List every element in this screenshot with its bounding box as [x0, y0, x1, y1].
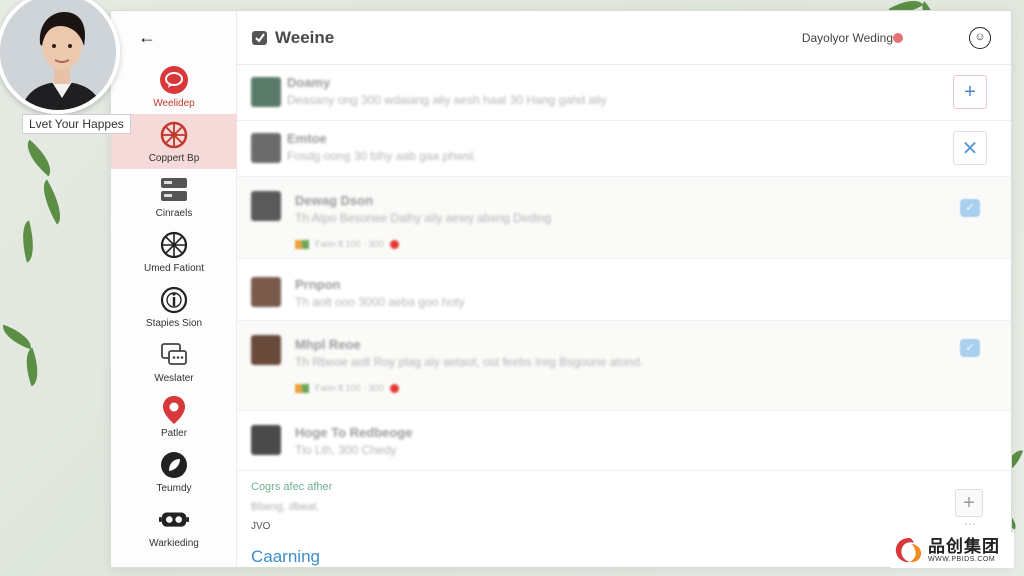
sidebar-item-label: Cinraels: [155, 207, 193, 219]
sidebar-item-weslater[interactable]: Weslater: [111, 334, 237, 389]
sidebar-item-label: Warkieding: [149, 537, 199, 549]
list-item-meta: Faon 8 100 · 300: [295, 239, 399, 249]
list-item-title: Hoge To Redbeoge: [295, 425, 413, 440]
list-item-desc: Th Rbeoe aolt Roy plag aiy aetaot, ost f…: [295, 355, 644, 369]
section-subtitle: Bbeng, dbeat.: [251, 501, 320, 513]
list-item-desc: Th Atpo Besonee Dalhy aily aewy abxng De…: [295, 211, 552, 225]
chat-windows-icon: [159, 340, 189, 370]
brand-swirl-icon: [895, 538, 922, 563]
app-title: Weeine: [275, 27, 335, 47]
close-button[interactable]: ✕: [953, 131, 987, 165]
brand-name: 品创集团: [928, 536, 1000, 556]
list-item[interactable]: Mhpl Reoe Th Rbeoe aolt Roy plag aiy aet…: [237, 321, 1011, 411]
back-arrow-icon[interactable]: ←: [135, 25, 159, 49]
leaf-decoration: [0, 324, 36, 350]
list-item-desc: Th aolt ooo 3000 aeba goo hoty: [295, 295, 465, 309]
meta-text: Faon 8 100 · 300: [315, 239, 384, 249]
list-item[interactable]: Emtoe Fosdg oong 30 blhy aab gaa phwsl. …: [237, 121, 1011, 177]
list-item-title: Doamy: [287, 75, 331, 90]
list-item[interactable]: Hoge To Redbeoge Tlo Lth, 300 Chedy: [237, 411, 1011, 471]
add-button[interactable]: +: [955, 489, 983, 517]
profile-icon[interactable]: ☺: [969, 27, 991, 49]
avatar: [251, 277, 281, 307]
sidebar-item-umed-fationt[interactable]: Umed Fationt: [111, 224, 237, 279]
leaf-circle-icon: [159, 450, 189, 480]
checkbox-icon: ✓: [960, 339, 980, 357]
profile-photo: [0, 0, 120, 114]
sidebar-item-label: Stapies Sion: [145, 317, 203, 329]
message-list: Doamy Deasany ong 300 wdaiang aliy aesh …: [237, 65, 1011, 567]
sidebar-item-label: Coppert Bp: [148, 152, 200, 164]
info-circle-icon: [159, 285, 189, 315]
add-button[interactable]: +: [953, 75, 987, 109]
checkbox-icon: ✓: [960, 199, 980, 217]
check-button[interactable]: ✓: [953, 191, 987, 225]
app-logo-icon: [252, 30, 267, 45]
server-stack-icon: [159, 175, 189, 205]
list-item-title: Mhpl Reoe: [295, 337, 361, 352]
profile-tagline: Lvet Your Happes: [22, 114, 131, 134]
compass-wheel-icon: [159, 120, 189, 150]
more-icon[interactable]: ⋯: [964, 517, 977, 531]
app-window: ← Weelidep Coppert Bp Cinraels Umed Fati…: [110, 10, 1012, 568]
list-item-desc: Deasany ong 300 wdaiang aliy aesh haat 3…: [287, 93, 607, 107]
list-item[interactable]: Dewag Dson Th Atpo Besonee Dalhy aily ae…: [237, 177, 1011, 259]
avatar: [251, 425, 281, 455]
status-dot: [893, 33, 903, 43]
sidebar-item-label: Patler: [160, 427, 188, 439]
brand-logo: 品创集团 WWW.PBIDS.COM: [890, 532, 1014, 568]
sidebar-item-label: Teumdy: [156, 482, 192, 494]
list-item[interactable]: Prnpon Th aolt ooo 3000 aeba goo hoty: [237, 259, 1011, 321]
list-item[interactable]: Doamy Deasany ong 300 wdaiang aliy aesh …: [237, 65, 1011, 121]
avatar: [251, 133, 281, 163]
sidebar-item-label: Weslater: [154, 372, 194, 384]
sidebar-item-patler[interactable]: Patler: [111, 389, 237, 444]
top-header: Weeine Dayolyor Weding ☺: [237, 11, 1011, 65]
list-item-meta: Faon 8 100 · 300: [295, 383, 399, 393]
sidebar: ← Weelidep Coppert Bp Cinraels Umed Fati…: [111, 11, 237, 567]
aperture-icon: [159, 230, 189, 260]
flag-icon: [295, 383, 309, 393]
meta-text: Faon 8 100 · 300: [315, 383, 384, 393]
sidebar-item-label: Weelidep: [153, 97, 195, 109]
sidebar-item-stapies-sion[interactable]: Stapies Sion: [111, 279, 237, 334]
leaf-decoration: [34, 179, 70, 225]
avatar: [251, 77, 281, 107]
map-pin-icon: [159, 395, 189, 425]
leaf-decoration: [19, 347, 45, 387]
list-item-title: Dewag Dson: [295, 193, 374, 208]
person-portrait-icon: [0, 0, 116, 110]
chat-bubble-icon: [159, 65, 189, 95]
sidebar-item-label: Umed Fationt: [143, 262, 205, 274]
leaf-decoration: [19, 139, 59, 177]
flag-icon: [295, 239, 309, 249]
brand-url: WWW.PBIDS.COM: [928, 555, 996, 563]
alert-dot: [389, 383, 399, 393]
status-text: Dayolyor Weding: [801, 31, 893, 45]
avatar: [251, 335, 281, 365]
list-item-desc: Fosdg oong 30 blhy aab gaa phwsl.: [287, 149, 477, 163]
caarning-link[interactable]: Caarning: [251, 547, 320, 567]
sidebar-item-weelidep[interactable]: Weelidep: [111, 59, 237, 114]
vr-headset-icon: [159, 505, 189, 535]
sidebar-item-warkieding[interactable]: Warkieding: [111, 499, 237, 554]
list-item-title: Emtoe: [287, 131, 327, 146]
avatar: [251, 191, 281, 221]
leaf-decoration: [16, 220, 40, 263]
list-item-desc: Tlo Lth, 300 Chedy: [295, 443, 397, 457]
small-label: JVO: [251, 521, 271, 532]
sidebar-item-teumdy[interactable]: Teumdy: [111, 444, 237, 499]
alert-dot: [389, 239, 399, 249]
check-button[interactable]: ✓: [953, 331, 987, 365]
section-title: Cogrs afec afher: [251, 481, 333, 493]
brand-text: 品创集团 WWW.PBIDS.COM: [928, 536, 1000, 563]
list-item-title: Prnpon: [295, 277, 341, 292]
sidebar-item-cinraels[interactable]: Cinraels: [111, 169, 237, 224]
